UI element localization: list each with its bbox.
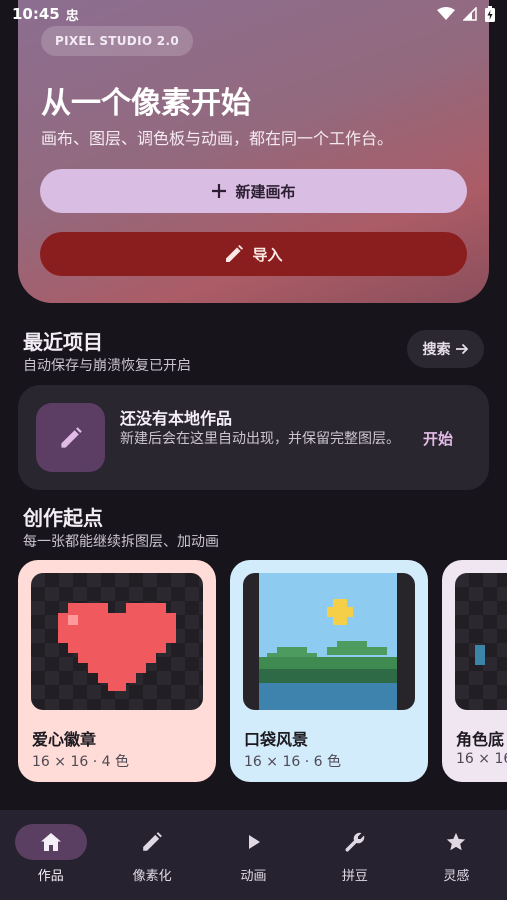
nav-item-animation[interactable]: 动画 [203, 810, 304, 900]
character-pixel-art [475, 645, 485, 665]
wrench-icon [345, 832, 365, 852]
start-button[interactable]: 开始 [423, 428, 453, 449]
nav-label: 动画 [240, 869, 267, 884]
new-canvas-button[interactable]: 新建画布 [40, 169, 467, 213]
home-icon [40, 833, 61, 851]
nav-indicator [14, 824, 87, 860]
nav-item-pixelate[interactable]: 像素化 [101, 810, 202, 900]
import-label: 导入 [252, 245, 283, 264]
hero-title: 从一个像素开始 [41, 86, 251, 121]
search-label: 搜索 [422, 342, 451, 358]
character-thumbnail [455, 573, 507, 710]
template-meta: 16 × 16 · 4 色 [32, 754, 129, 770]
landscape-thumbnail [243, 573, 415, 710]
nav-item-beads[interactable]: 拼豆 [304, 810, 405, 900]
pencil-icon [143, 832, 163, 851]
hero-card: PIXEL STUDIO 2.0 从一个像素开始 画布、图层、调色板与动画，都在… [18, 0, 489, 303]
starters-subtitle: 每一张都能继续拆图层、加动画 [23, 534, 219, 550]
template-name: 爱心徽章 [32, 730, 97, 749]
recent-title: 最近项目 [23, 330, 103, 354]
pencil-icon [60, 426, 82, 448]
empty-projects-card: 还没有本地作品 新建后会在这里自动出现，并保留完整图层。 开始 [18, 385, 489, 490]
hero-subtitle: 画布、图层、调色板与动画，都在同一个工作台。 [41, 129, 394, 148]
signal-icon [463, 7, 477, 21]
template-card-character[interactable]: 角色底 16 × 16 [442, 560, 507, 782]
template-card-heart[interactable]: 爱心徽章 16 × 16 · 4 色 [18, 560, 216, 782]
arrow-right-icon [455, 343, 468, 355]
notification-icon: 忠 [65, 8, 79, 24]
nav-icon-wrap [319, 824, 391, 860]
heart-pixel-art [58, 603, 176, 691]
template-name: 口袋风景 [244, 730, 309, 749]
nav-label: 灵感 [443, 869, 470, 884]
version-badge: PIXEL STUDIO 2.0 [41, 26, 193, 56]
nav-icon-wrap [218, 824, 290, 860]
nav-icon-wrap [420, 824, 492, 860]
starters-title: 创作起点 [23, 506, 103, 530]
play-icon [248, 835, 260, 849]
nav-label: 像素化 [132, 869, 172, 884]
template-meta: 16 × 16 · 6 色 [244, 754, 341, 770]
template-carousel: 爱心徽章 16 × 16 · 4 色 口袋风景 16 × 16 · 6 色 角色… [18, 560, 507, 782]
plus-icon [212, 184, 227, 198]
recent-subtitle: 自动保存与崩溃恢复已开启 [23, 358, 191, 374]
import-button[interactable]: 导入 [40, 232, 467, 276]
search-button[interactable]: 搜索 [407, 330, 484, 368]
wifi-icon [437, 7, 455, 20]
nav-item-inspiration[interactable]: 灵感 [406, 810, 507, 900]
nav-label: 拼豆 [341, 869, 368, 884]
pencil-icon [226, 245, 244, 262]
empty-description: 新建后会在这里自动出现，并保留完整图层。 [120, 431, 400, 447]
status-time: 10:45 [12, 5, 60, 23]
landscape-pixel-art [259, 573, 397, 710]
status-bar: 10:45 忠 [0, 0, 507, 28]
empty-pencil-badge [36, 403, 105, 472]
nav-item-works[interactable]: 作品 [0, 810, 101, 900]
battery-icon [485, 6, 495, 22]
heart-thumbnail [31, 573, 203, 710]
template-name: 角色底 [456, 730, 505, 749]
template-card-landscape[interactable]: 口袋风景 16 × 16 · 6 色 [230, 560, 428, 782]
template-meta: 16 × 16 [456, 751, 507, 767]
empty-title: 还没有本地作品 [120, 409, 233, 428]
nav-icon-wrap [116, 824, 188, 860]
status-icons [437, 6, 495, 22]
nav-label: 作品 [37, 869, 64, 884]
new-canvas-label: 新建画布 [235, 182, 296, 201]
star-icon [447, 832, 466, 851]
bottom-navigation: 作品 像素化 动画 拼豆 灵感 [0, 810, 507, 900]
